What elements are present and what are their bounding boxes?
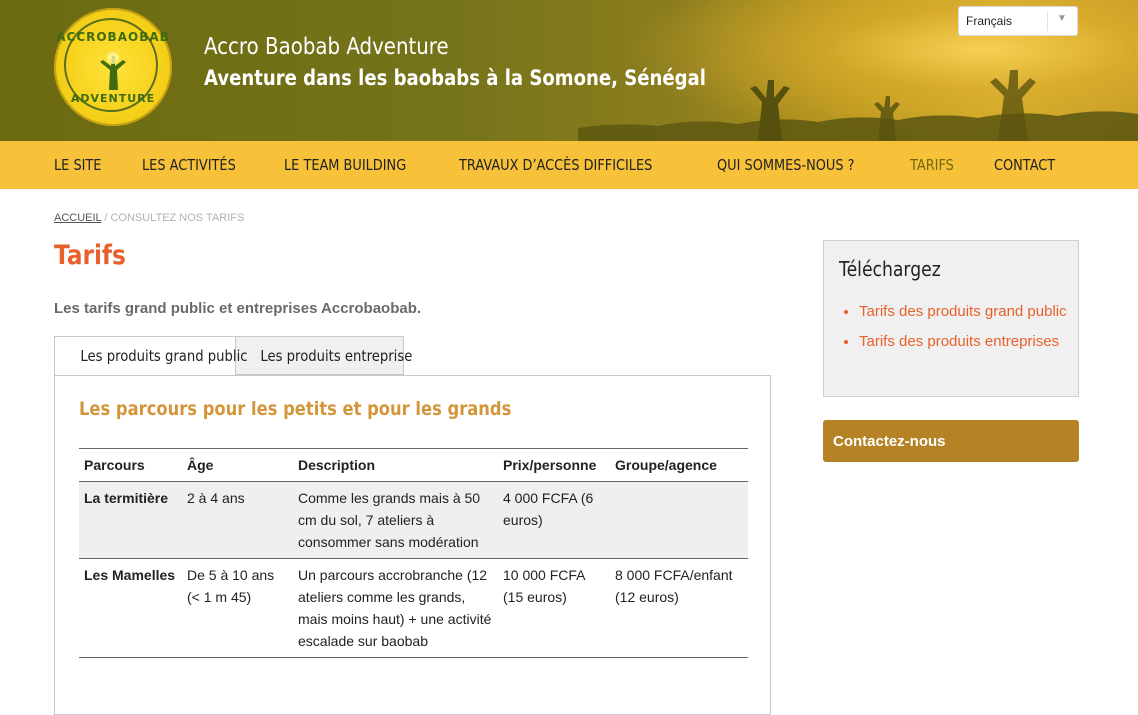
download-link-grand-public[interactable]: Tarifs des produits grand public [859, 303, 1067, 320]
tab-label: Les produits grand public [80, 347, 248, 365]
cell-parcours: La termitière [79, 481, 182, 559]
column-header-description: Description [293, 448, 498, 482]
cell-description: Comme les grands mais à 50 cm du sol, 7 … [293, 481, 498, 559]
cell-groupe: 8 000 FCFA/enfant (12 euros) [610, 558, 748, 658]
page-title: Tarifs [54, 240, 126, 271]
nav-item-activites[interactable]: LES ACTIVITÉS [142, 156, 236, 174]
download-widget-title: Téléchargez [839, 257, 941, 281]
download-widget: Téléchargez Tarifs des produits grand pu… [823, 240, 1079, 397]
site-subtitle: Aventure dans les baobabs à la Somone, S… [204, 66, 706, 90]
language-selected-value: Français [966, 14, 1013, 28]
baobab-tree-icon [100, 52, 126, 90]
tab-panel: Les parcours pour les petits et pour les… [54, 375, 771, 715]
table-row: La termitière 2 à 4 ans Comme les grands… [79, 481, 748, 559]
chevron-down-icon[interactable]: ▼ [1057, 13, 1067, 24]
cell-prix: 4 000 FCFA (6 euros) [498, 481, 610, 559]
table-header-row: Parcours Âge Description Prix/personne G… [79, 448, 748, 482]
site-title[interactable]: Accro Baobab Adventure [204, 34, 449, 60]
nav-item-le-site[interactable]: LE SITE [54, 156, 101, 174]
tarifs-table: Parcours Âge Description Prix/personne G… [79, 448, 748, 658]
breadcrumb-home-link[interactable]: ACCUEIL [54, 212, 101, 224]
column-header-age: Âge [182, 448, 293, 482]
table-row: Les Mamelles De 5 à 10 ans (< 1 m 45) Un… [79, 558, 748, 658]
download-link-entreprises[interactable]: Tarifs des produits entreprises [859, 333, 1059, 350]
column-header-parcours: Parcours [79, 448, 182, 482]
cell-age: 2 à 4 ans [182, 481, 293, 559]
select-divider [1047, 11, 1048, 31]
cell-parcours: Les Mamelles [79, 558, 182, 658]
breadcrumb-current: CONSULTEZ NOS TARIFS [110, 212, 245, 224]
contact-button[interactable]: Contactez-nous [823, 420, 1079, 462]
tab-entreprise[interactable]: Les produits entreprise [236, 336, 412, 375]
download-list: Tarifs des produits grand public Tarifs … [840, 301, 1084, 361]
nav-item-contact[interactable]: CONTACT [994, 156, 1055, 174]
logo-text-bottom: ADVENTURE [70, 92, 156, 105]
tab-grand-public[interactable]: Les produits grand public [54, 336, 248, 376]
language-select[interactable]: Français ▼ [958, 6, 1078, 36]
nav-item-team-building[interactable]: LE TEAM BUILDING [284, 156, 406, 174]
tab-label: Les produits entreprise [260, 346, 413, 365]
list-item: Tarifs des produits entreprises [859, 331, 1084, 353]
site-header: ACCROBAOBAB ADVENTURE Accro Baobab Adven… [0, 0, 1138, 141]
list-item: Tarifs des produits grand public [859, 301, 1084, 323]
section-title: Les parcours pour les petits et pour les… [79, 398, 512, 420]
breadcrumb: ACCUEIL / CONSULTEZ NOS TARIFS [54, 212, 244, 224]
nav-item-travaux[interactable]: TRAVAUX D’ACCÈS DIFFICILES [459, 156, 652, 174]
column-header-prix: Prix/personne [498, 448, 610, 482]
column-header-groupe: Groupe/agence [610, 448, 748, 482]
cell-age: De 5 à 10 ans (< 1 m 45) [182, 558, 293, 658]
main-nav: LE SITE LES ACTIVITÉS LE TEAM BUILDING T… [0, 141, 1138, 189]
nav-item-tarifs[interactable]: TARIFS [910, 156, 954, 174]
accrobaobab-logo[interactable]: ACCROBAOBAB ADVENTURE [54, 8, 172, 126]
nav-item-qui-sommes-nous[interactable]: QUI SOMMES-NOUS ? [717, 156, 854, 174]
cell-prix: 10 000 FCFA (15 euros) [498, 558, 610, 658]
cell-groupe [610, 481, 748, 559]
product-tabs: Les produits grand public Les produits e… [54, 336, 412, 376]
page-intro: Les tarifs grand public et entreprises A… [54, 300, 422, 317]
cell-description: Un parcours accrobranche (12 ateliers co… [293, 558, 498, 658]
